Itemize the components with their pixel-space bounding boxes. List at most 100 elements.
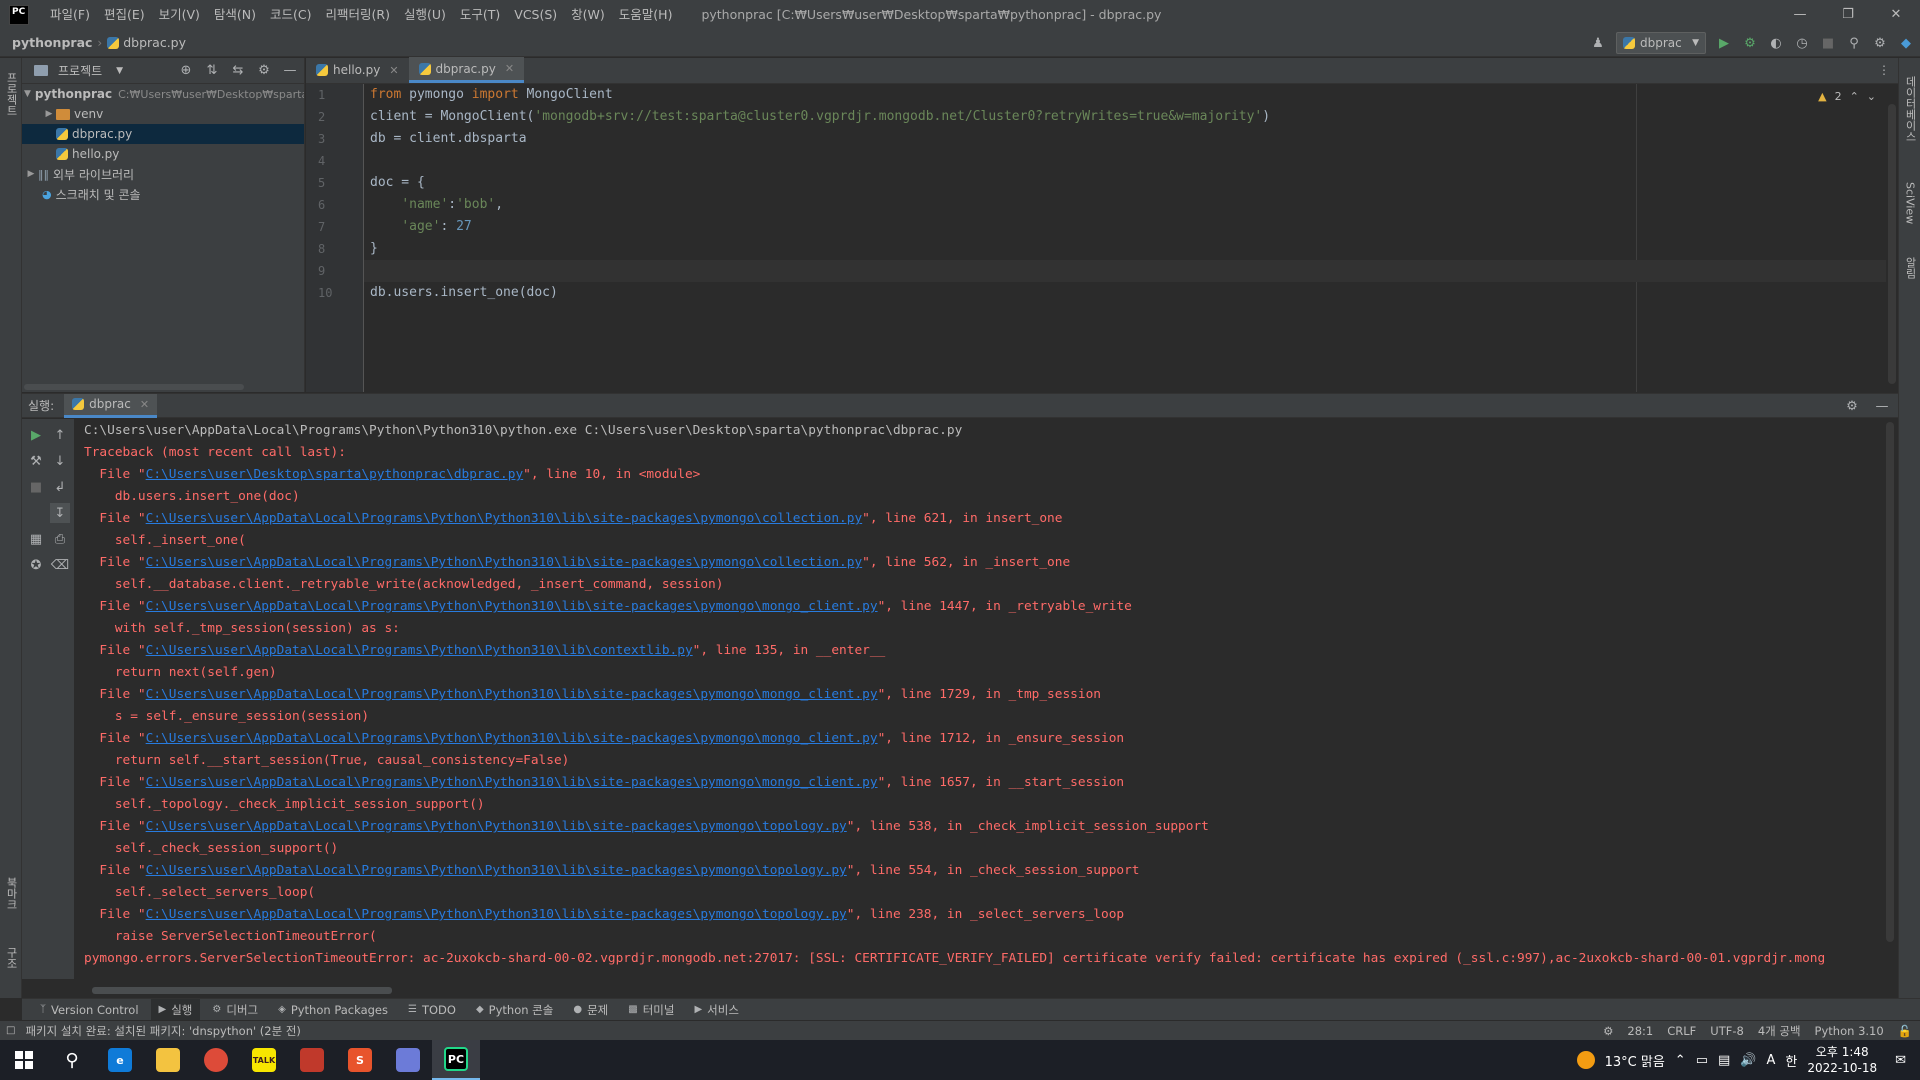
run-icon[interactable]: ▶	[1716, 35, 1732, 51]
database-tool-tab[interactable]: 데이터베이스	[1899, 64, 1920, 154]
python-interpreter[interactable]: Python 3.10	[1815, 1024, 1884, 1038]
close-tab-icon[interactable]: ✕	[505, 62, 514, 75]
code-area[interactable]: from pymongo import MongoClient client =…	[364, 84, 1886, 392]
settings-gear-icon[interactable]: ⚙	[1844, 398, 1860, 414]
jetbrains-icon[interactable]: ◆	[1898, 35, 1914, 51]
coverage-icon[interactable]: ◐	[1768, 35, 1784, 51]
search-icon[interactable]: ⚲	[1846, 35, 1862, 51]
code-line-3[interactable]: db = client.dbsparta	[370, 128, 1886, 150]
minimize-button[interactable]: —	[1776, 0, 1824, 29]
menu-view[interactable]: 보기(V)	[152, 0, 207, 29]
code-line-8[interactable]: }	[370, 238, 1886, 260]
start-button[interactable]	[0, 1040, 48, 1080]
taskbar-app-pycharm[interactable]: PC	[432, 1040, 480, 1080]
frame-file-link[interactable]: C:\Users\user\AppData\Local\Programs\Pyt…	[146, 511, 863, 526]
stop-icon[interactable]: ■	[26, 477, 46, 497]
ime-hangul-icon[interactable]: 한	[1785, 1051, 1797, 1070]
run-config-selector[interactable]: dbprac ▼	[1616, 32, 1706, 54]
menu-refactor[interactable]: 리팩터링(R)	[319, 0, 397, 29]
chevron-right-icon[interactable]: ▶	[24, 169, 38, 179]
frame-file-link[interactable]: C:\Users\user\AppData\Local\Programs\Pyt…	[146, 819, 847, 834]
breadcrumb-file[interactable]: dbprac.py	[107, 35, 186, 50]
status-panel-icon[interactable]: □	[6, 1025, 15, 1036]
status-message[interactable]: 패키지 설치 완료: 설치된 패키지: 'dnspython' (2분 전)	[25, 1023, 300, 1039]
tray-app-icon[interactable]: ▭	[1696, 1053, 1708, 1068]
tab-services[interactable]: ▶ 서비스	[686, 999, 746, 1021]
console-output[interactable]: C:\Users\user\AppData\Local\Programs\Pyt…	[84, 420, 1878, 980]
tab-problems[interactable]: ● 문제	[565, 999, 616, 1021]
print-icon[interactable]: ⎙	[50, 529, 70, 549]
hide-panel-icon[interactable]: —	[1874, 398, 1890, 414]
menu-vcs[interactable]: VCS(S)	[507, 0, 564, 29]
more-tabs-icon[interactable]: ⋮	[1878, 63, 1890, 77]
layout-icon[interactable]: ▦	[26, 529, 46, 549]
tab-version-control[interactable]: ᛉ Version Control	[32, 999, 147, 1021]
chevron-up-icon[interactable]: ⌃	[1850, 90, 1859, 103]
structure-tool-tab[interactable]: 구조	[0, 938, 22, 978]
debug-icon[interactable]: ⚙	[1742, 35, 1758, 51]
wrench-icon[interactable]: ⚒	[26, 451, 46, 471]
console-horizontal-scrollbar[interactable]	[92, 987, 392, 994]
tree-item-venv[interactable]: ▶ venv	[22, 104, 304, 124]
menu-tools[interactable]: 도구(T)	[453, 0, 507, 29]
file-encoding[interactable]: UTF-8	[1710, 1024, 1744, 1038]
tab-run[interactable]: ▶ 실행	[150, 998, 201, 1021]
clock[interactable]: 오후 1:48 2022-10-18	[1807, 1044, 1877, 1076]
menu-code[interactable]: 코드(C)	[263, 0, 318, 29]
chevron-right-icon[interactable]: ▶	[42, 109, 56, 119]
bookmarks-tool-tab[interactable]: 북마크	[0, 868, 22, 918]
frame-file-link[interactable]: C:\Users\user\AppData\Local\Programs\Pyt…	[146, 599, 878, 614]
code-line-1[interactable]: from pymongo import MongoClient	[370, 84, 1886, 106]
chevron-down-icon[interactable]: ▼	[116, 66, 123, 76]
scroll-up-icon[interactable]: ↑	[50, 425, 70, 445]
tab-python-packages[interactable]: ◈ Python Packages	[270, 999, 396, 1021]
tab-todo[interactable]: ☰ TODO	[400, 999, 464, 1021]
frame-file-link[interactable]: C:\Users\user\AppData\Local\Programs\Pyt…	[146, 863, 847, 878]
tree-item-pythonprac[interactable]: ▼ pythonprac C:₩Users₩user₩Desktop₩spart…	[22, 84, 304, 104]
indent-setting[interactable]: 4개 공백	[1758, 1023, 1801, 1039]
user-account-icon[interactable]: ♟	[1590, 35, 1606, 51]
notification-center-icon[interactable]: ✉	[1895, 1053, 1906, 1068]
options-gear-icon[interactable]: ⚙	[256, 62, 272, 78]
menu-edit[interactable]: 편집(E)	[97, 0, 152, 29]
weather-icon[interactable]	[1576, 1051, 1595, 1069]
caret-position[interactable]: 28:1	[1627, 1024, 1653, 1038]
project-panel-title[interactable]: 프로젝트	[58, 62, 102, 79]
project-tool-tab[interactable]: 프로젝트	[0, 64, 22, 124]
inspection-widget[interactable]: ▲ 2 ⌃ ⌄	[1818, 90, 1876, 103]
chevron-down-icon[interactable]: ▼	[24, 89, 31, 99]
line-separator[interactable]: CRLF	[1667, 1024, 1696, 1038]
weather-text[interactable]: 13°C 맑음	[1605, 1051, 1665, 1070]
close-tab-icon[interactable]: ✕	[389, 64, 398, 77]
search-button[interactable]: ⚲	[48, 1040, 96, 1080]
taskbar-app-app-s[interactable]: S	[336, 1040, 384, 1080]
chevron-down-icon[interactable]: ⌄	[1867, 90, 1876, 103]
tree-item-scratches[interactable]: ◕ 스크래치 및 콘솔	[22, 184, 304, 204]
tree-item-hello[interactable]: hello.py	[22, 144, 304, 164]
locate-file-icon[interactable]: ⊕	[178, 62, 194, 78]
indexing-icon[interactable]: ⚙	[1603, 1024, 1613, 1038]
tab-terminal[interactable]: ▩ 터미널	[620, 999, 682, 1021]
stop-icon[interactable]: ■	[1820, 35, 1836, 51]
trash-icon[interactable]: ⌫	[50, 555, 70, 575]
tree-item-dbprac[interactable]: dbprac.py	[22, 124, 304, 144]
frame-file-link[interactable]: C:\Users\user\AppData\Local\Programs\Pyt…	[146, 907, 847, 922]
taskbar-app-app-globe[interactable]	[384, 1040, 432, 1080]
code-line-6[interactable]: 'name':'bob',	[370, 194, 1886, 216]
menu-navigate[interactable]: 탐색(N)	[207, 0, 263, 29]
breadcrumb-project[interactable]: pythonprac	[12, 35, 92, 50]
taskbar-app-app-red[interactable]	[288, 1040, 336, 1080]
tab-dbprac-py[interactable]: dbprac.py ✕	[408, 57, 525, 83]
taskbar-app-explorer[interactable]	[144, 1040, 192, 1080]
tab-debug[interactable]: ⚙ 디버그	[204, 999, 266, 1021]
ime-indicator[interactable]: A	[1766, 1053, 1775, 1068]
pin-icon[interactable]: ✪	[26, 555, 46, 575]
console-vertical-scrollbar[interactable]	[1886, 422, 1894, 942]
editor-vertical-scrollbar[interactable]	[1888, 104, 1896, 384]
code-line-2[interactable]: client = MongoClient('mongodb+srv://test…	[370, 106, 1886, 128]
frame-file-link[interactable]: C:\Users\user\AppData\Local\Programs\Pyt…	[146, 555, 863, 570]
taskbar-app-chrome[interactable]	[192, 1040, 240, 1080]
run-tab-dbprac[interactable]: dbprac ✕	[64, 393, 158, 418]
settings-gear-icon[interactable]: ⚙	[1872, 35, 1888, 51]
taskbar-app-kakaotalk[interactable]: TALK	[240, 1040, 288, 1080]
